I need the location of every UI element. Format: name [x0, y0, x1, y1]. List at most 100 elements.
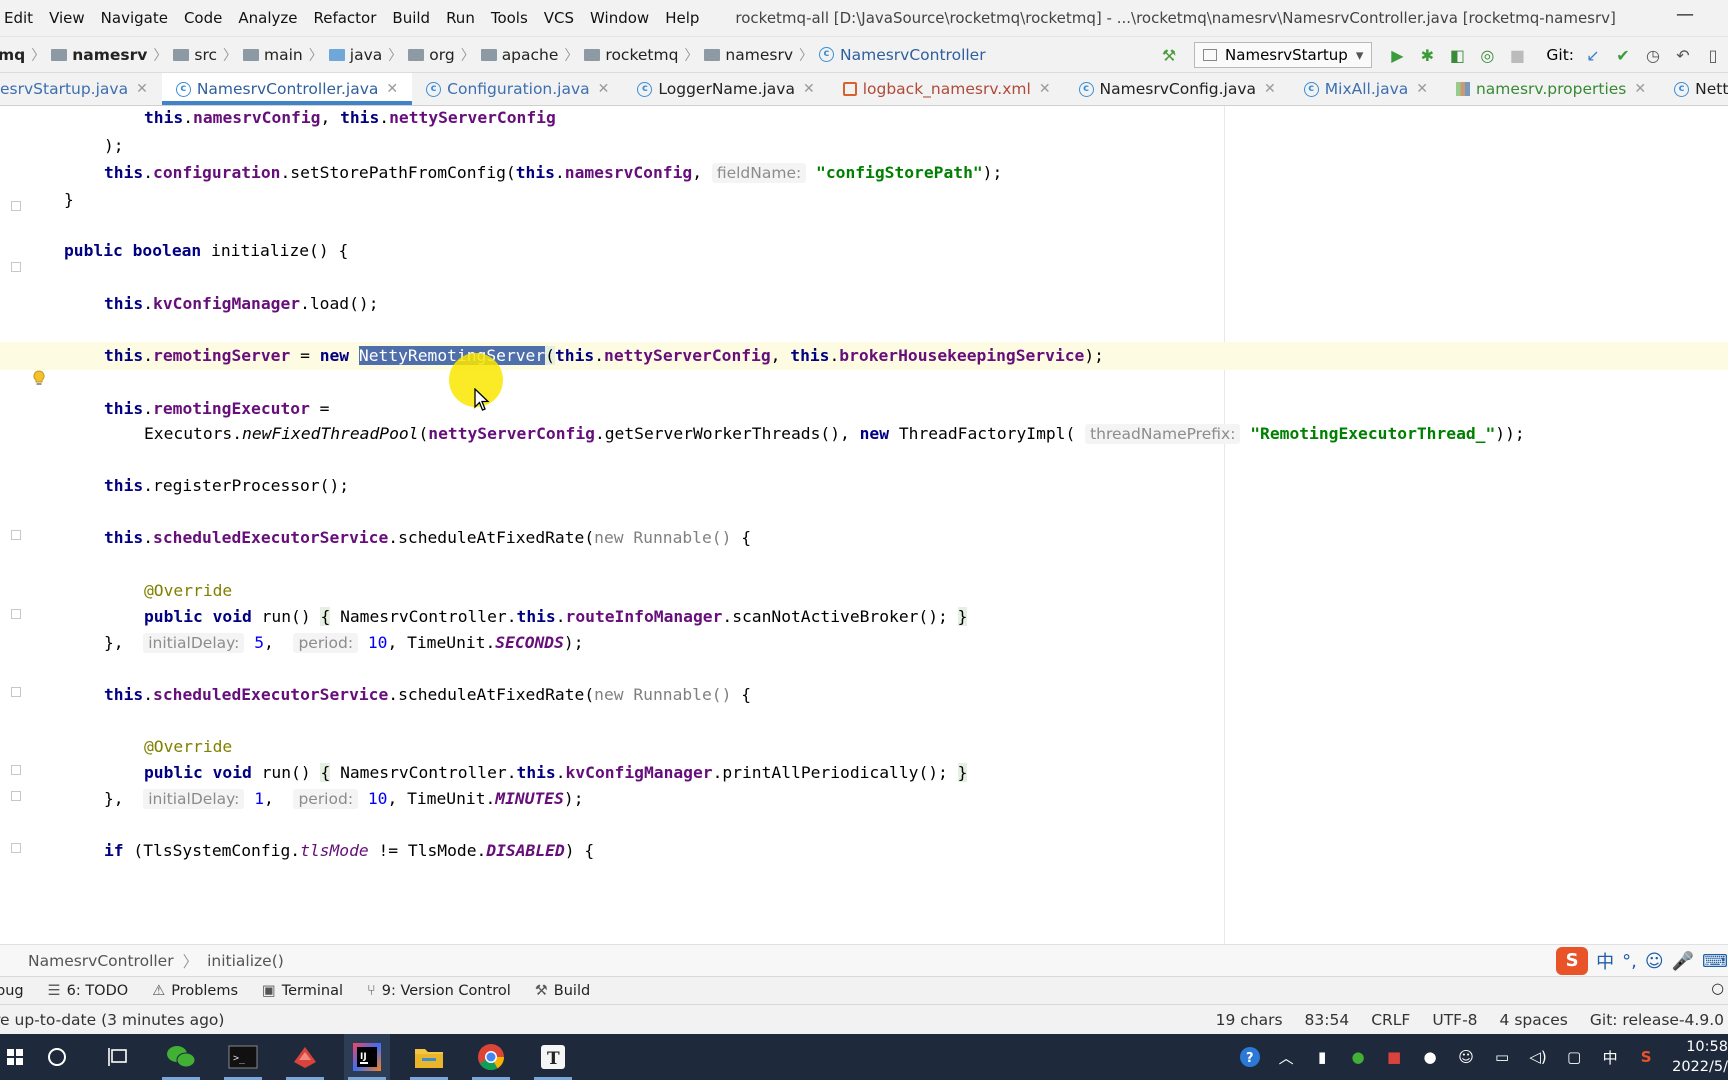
taskbar-clock[interactable]: 10:58 2022/5/	[1672, 1037, 1728, 1077]
more-icon[interactable]: ▯	[1704, 46, 1722, 65]
file-explorer-icon[interactable]	[406, 1034, 452, 1080]
nav-crumb-org[interactable]: org 〉	[408, 45, 480, 65]
menu-vcs[interactable]: VCS	[536, 9, 582, 27]
close-icon[interactable]: ✕	[136, 81, 148, 97]
menu-help[interactable]: Help	[657, 9, 707, 27]
sogou-tray-icon[interactable]: S	[1634, 1045, 1658, 1069]
profile-icon[interactable]: ◎	[1478, 46, 1496, 65]
sogou-logo-icon[interactable]: S	[1556, 947, 1589, 975]
tab-namesrvconfig[interactable]: c NamesrvConfig.java ✕	[1065, 73, 1290, 105]
close-icon[interactable]: ✕	[598, 81, 610, 97]
ime-lang[interactable]: 中	[1596, 948, 1614, 974]
breadcrumb-class[interactable]: NamesrvController	[28, 952, 174, 970]
toolwindow-todo[interactable]: ☰ 6: TODO	[48, 983, 129, 999]
caret-position[interactable]: 83:54	[1305, 1011, 1350, 1029]
coverage-icon[interactable]: ◧	[1448, 46, 1466, 65]
nav-crumb-java[interactable]: java 〉	[328, 45, 408, 65]
tab-loggername[interactable]: c LoggerName.java ✕	[623, 73, 828, 105]
debug-icon[interactable]: ✱	[1418, 46, 1436, 65]
menu-window[interactable]: Window	[582, 9, 657, 27]
git-update-icon[interactable]: ↙	[1584, 46, 1602, 65]
nav-crumb-src[interactable]: src 〉	[173, 45, 243, 65]
help-icon[interactable]: ?	[1238, 1045, 1262, 1069]
close-icon[interactable]: ✕	[1264, 81, 1276, 97]
menu-bar: Edit View Navigate Code Analyze Refactor…	[0, 0, 1728, 36]
menu-run[interactable]: Run	[438, 9, 483, 27]
toolwindow-build[interactable]: ⚒ Build	[535, 983, 590, 999]
keyboard-icon[interactable]: ⌨	[1702, 951, 1728, 972]
ime-tray-icon[interactable]: 中	[1598, 1045, 1622, 1069]
nav-crumb-project[interactable]: mq 〉	[0, 45, 51, 65]
chrome-icon[interactable]	[468, 1034, 514, 1080]
device-icon[interactable]: ▮	[1310, 1045, 1334, 1069]
intellij-idea-icon[interactable]: IJ	[344, 1034, 390, 1080]
close-icon[interactable]: ✕	[1634, 81, 1646, 97]
network-icon[interactable]: ▢	[1562, 1045, 1586, 1069]
git-commit-icon[interactable]: ✔	[1614, 46, 1632, 65]
search-icon[interactable]	[34, 1034, 80, 1080]
main-menu: Edit View Navigate Code Analyze Refactor…	[0, 0, 707, 36]
line-separator[interactable]: CRLF	[1371, 1011, 1410, 1029]
emoji-icon[interactable]: ☺	[1645, 951, 1664, 972]
git-branch[interactable]: Git: release-4.9.0	[1590, 1011, 1724, 1029]
breadcrumb-method[interactable]: initialize()	[207, 952, 284, 970]
run-icon[interactable]: ▶	[1388, 46, 1406, 65]
task-view-icon[interactable]	[96, 1034, 142, 1080]
windows-start-icon[interactable]	[0, 1034, 30, 1080]
tab-namesrvstartup[interactable]: esrvStartup.java ✕	[0, 73, 162, 105]
volume-icon[interactable]: ◁)	[1526, 1045, 1550, 1069]
lightbulb-icon[interactable]	[33, 370, 45, 386]
microphone-tray-icon[interactable]: ●	[1418, 1045, 1442, 1069]
event-log-icon[interactable]: ○	[1711, 981, 1724, 997]
git-history-icon[interactable]: ◷	[1644, 46, 1662, 65]
build-hammer-icon[interactable]: ⚒	[1160, 46, 1178, 65]
tab-configuration[interactable]: c Configuration.java ✕	[412, 73, 623, 105]
toolwindow-problems[interactable]: ⚠ Problems	[152, 983, 238, 999]
run-config-select[interactable]: NamesrvStartup ▾	[1194, 42, 1373, 68]
wechat-icon[interactable]	[158, 1034, 204, 1080]
menu-tools[interactable]: Tools	[483, 9, 536, 27]
menu-build[interactable]: Build	[384, 9, 438, 27]
microphone-icon[interactable]: 🎤	[1672, 951, 1694, 972]
person-tray-icon[interactable]: ☺	[1454, 1045, 1478, 1069]
minimize-icon[interactable]: —	[1676, 4, 1694, 25]
code-editor[interactable]: this.namesrvConfig, this.nettyServerConf…	[0, 106, 1728, 944]
punctuation-icon[interactable]: °,	[1622, 951, 1637, 972]
menu-view[interactable]: View	[41, 9, 93, 27]
nav-crumb-rocketmq[interactable]: rocketmq 〉	[584, 45, 704, 65]
nav-crumb-class[interactable]: c NamesrvController	[819, 46, 986, 64]
class-icon: c	[1078, 81, 1094, 97]
close-icon[interactable]: ✕	[386, 81, 398, 97]
stop-icon[interactable]: ■	[1508, 46, 1526, 65]
terminal-app-icon[interactable]: >_	[220, 1034, 266, 1080]
tab-nettyserverconfig[interactable]: cNettyServerConfig.java	[1660, 73, 1728, 105]
close-icon[interactable]: ✕	[1039, 81, 1051, 97]
chevron-up-icon[interactable]: ︿	[1274, 1045, 1298, 1069]
toolwindow-terminal[interactable]: ▣ Terminal	[262, 983, 343, 999]
battery-icon[interactable]: ▭	[1490, 1045, 1514, 1069]
git-rollback-icon[interactable]: ↶	[1674, 46, 1692, 65]
typora-icon[interactable]: T	[530, 1034, 576, 1080]
nav-crumb-main[interactable]: main 〉	[243, 45, 329, 65]
menu-navigate[interactable]: Navigate	[93, 9, 176, 27]
tab-namesrvcontroller[interactable]: c NamesrvController.java ✕	[161, 73, 413, 105]
toolwindow-version-control[interactable]: ⑂ 9: Version Control	[367, 983, 511, 999]
tab-namesrv-properties[interactable]: namesrv.properties ✕	[1442, 73, 1660, 105]
nav-crumb-apache[interactable]: apache 〉	[480, 45, 585, 65]
nav-crumb-module[interactable]: namesrv 〉	[51, 45, 173, 65]
file-encoding[interactable]: UTF-8	[1432, 1011, 1477, 1029]
menu-refactor[interactable]: Refactor	[305, 9, 384, 27]
menu-code[interactable]: Code	[176, 9, 230, 27]
close-icon[interactable]: ✕	[1416, 81, 1428, 97]
indent-setting[interactable]: 4 spaces	[1500, 1011, 1568, 1029]
tab-logback-xml[interactable]: logback_namesrv.xml ✕	[829, 73, 1065, 105]
tab-mixall[interactable]: c MixAll.java ✕	[1290, 73, 1442, 105]
nav-crumb-namesrv[interactable]: namesrv 〉	[704, 45, 819, 65]
app-tray-icon[interactable]: ■	[1382, 1045, 1406, 1069]
close-icon[interactable]: ✕	[803, 81, 815, 97]
rdm-app-icon[interactable]	[282, 1034, 328, 1080]
menu-edit[interactable]: Edit	[0, 9, 41, 27]
menu-analyze[interactable]: Analyze	[230, 9, 305, 27]
toolwindow-debug[interactable]: bug	[0, 983, 24, 999]
wechat-tray-icon[interactable]: ●	[1346, 1045, 1370, 1069]
